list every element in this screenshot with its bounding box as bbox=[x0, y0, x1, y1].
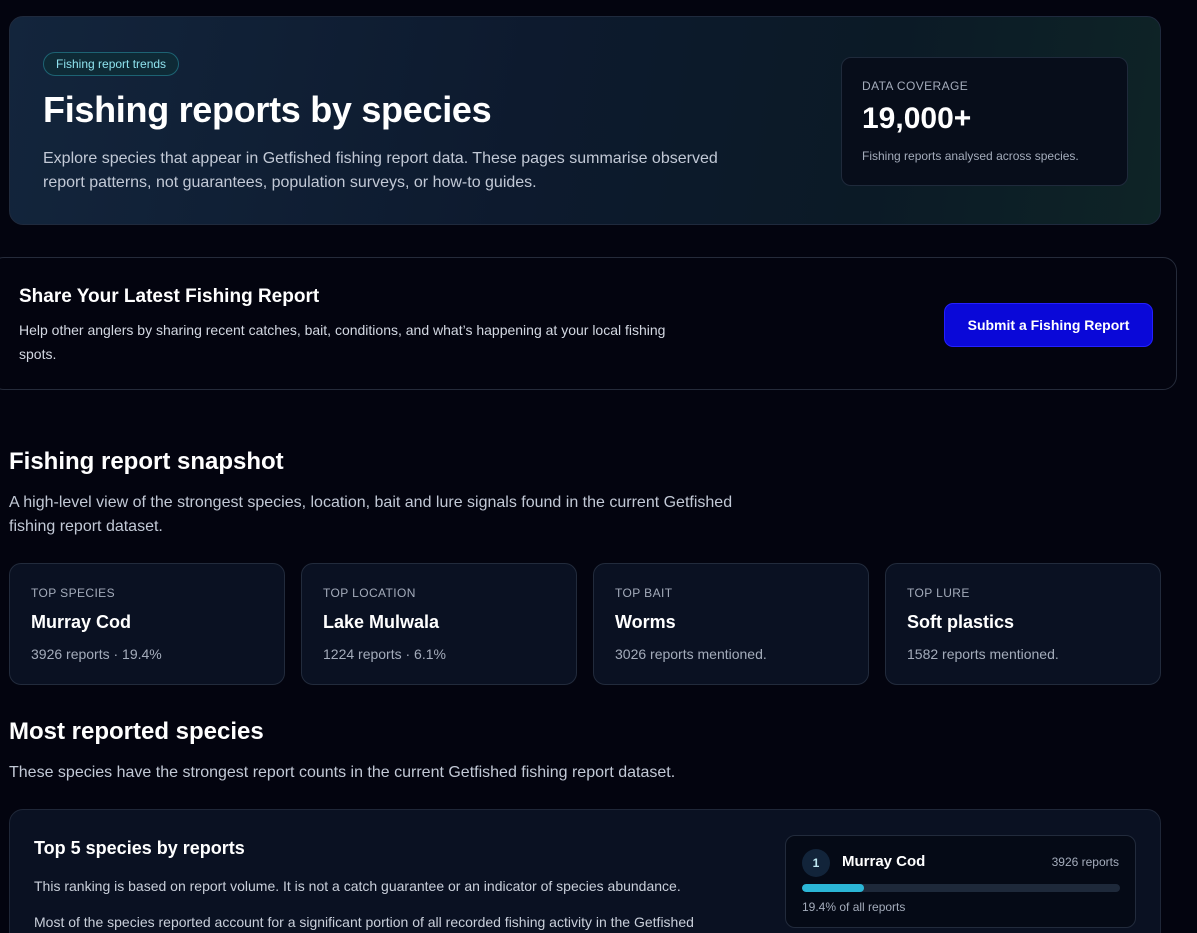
snapshot-description: A high-level view of the strongest speci… bbox=[9, 494, 733, 535]
stat-sub: 1582 reports mentioned. bbox=[907, 646, 1059, 662]
coverage-label: DATA COVERAGE bbox=[862, 79, 969, 93]
ranking-card[interactable]: 1 Murray Cod 3926 reports 19.4% of all r… bbox=[785, 835, 1136, 928]
coverage-value: 19,000+ bbox=[862, 102, 972, 135]
stat-sub: 1224 reports · 6.1% bbox=[323, 646, 446, 662]
rank-report-count: 3926 reports bbox=[1051, 855, 1119, 869]
share-title: Share Your Latest Fishing Report bbox=[19, 286, 320, 307]
stat-card-top-bait: TOP BAIT Worms 3026 reports mentioned. bbox=[593, 563, 869, 685]
stat-sub: 3926 reports · 19.4% bbox=[31, 646, 162, 662]
stat-card-top-location: TOP LOCATION Lake Mulwala 1224 reports ·… bbox=[301, 563, 577, 685]
stat-label: TOP SPECIES bbox=[31, 586, 115, 600]
stat-label: TOP LURE bbox=[907, 586, 970, 600]
data-coverage-card: DATA COVERAGE 19,000+ Fishing reports an… bbox=[841, 57, 1128, 186]
coverage-note: Fishing reports analysed across species. bbox=[862, 149, 1079, 163]
submit-fishing-report-button[interactable]: Submit a Fishing Report bbox=[944, 303, 1153, 347]
stat-value: Murray Cod bbox=[31, 612, 132, 632]
stat-value: Worms bbox=[615, 612, 676, 632]
stat-label: TOP LOCATION bbox=[323, 586, 416, 600]
most-reported-description: These species have the strongest report … bbox=[9, 764, 676, 781]
stat-value: Lake Mulwala bbox=[323, 612, 440, 632]
stat-sub: 3026 reports mentioned. bbox=[615, 646, 767, 662]
rank-progress-track bbox=[802, 884, 1120, 892]
hero-description: Explore species that appear in Getfished… bbox=[43, 150, 718, 191]
stat-card-top-lure: TOP LURE Soft plastics 1582 reports ment… bbox=[885, 563, 1161, 685]
hero-panel: Fishing report trends Fishing reports by… bbox=[9, 16, 1161, 225]
rank-number: 1 bbox=[802, 849, 830, 877]
top-species-title: Top 5 species by reports bbox=[34, 838, 245, 858]
rank-share-text: 19.4% of all reports bbox=[802, 900, 906, 914]
hero-badge: Fishing report trends bbox=[43, 52, 180, 76]
most-reported-title: Most reported species bbox=[9, 718, 264, 745]
page: Fishing report trends Fishing reports by… bbox=[0, 0, 1197, 933]
share-description: Help other anglers by sharing recent cat… bbox=[19, 322, 666, 362]
top-species-description: This ranking is based on report volume. … bbox=[34, 878, 681, 894]
rank-species-name: Murray Cod bbox=[842, 853, 926, 870]
rank-progress-fill bbox=[802, 884, 864, 892]
stat-card-top-species: TOP SPECIES Murray Cod 3926 reports · 19… bbox=[9, 563, 285, 685]
stat-value: Soft plastics bbox=[907, 612, 1015, 632]
top-species-panel: Top 5 species by reports This ranking is… bbox=[9, 809, 1161, 933]
snapshot-title: Fishing report snapshot bbox=[9, 448, 284, 475]
top-species-description-more: Most of the species reported account for… bbox=[34, 914, 694, 930]
stat-label: TOP BAIT bbox=[615, 586, 673, 600]
share-report-card: Share Your Latest Fishing Report Help ot… bbox=[0, 257, 1177, 390]
page-title: Fishing reports by species bbox=[43, 89, 492, 130]
